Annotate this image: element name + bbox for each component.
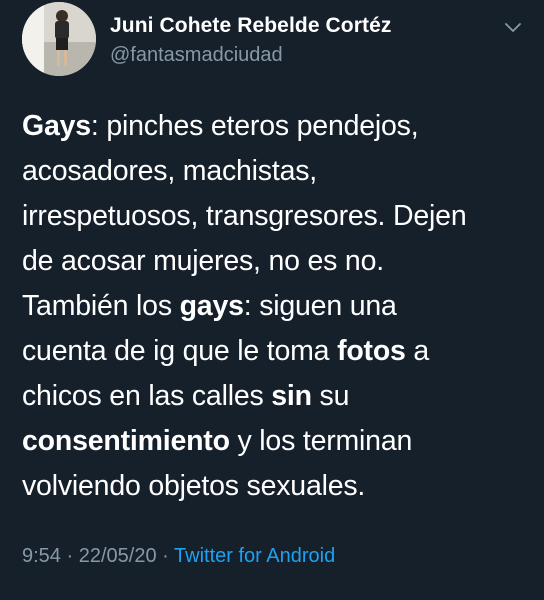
text-segment: : siguen una bbox=[243, 290, 397, 322]
author-names: Juni Cohete Rebelde Cortéz @fantasmadciu… bbox=[110, 14, 391, 67]
tweet-meta: 9:54 · 22/05/20 · Twitter for Android bbox=[22, 545, 335, 568]
bold-text-segment: consentimiento bbox=[22, 425, 230, 457]
tweet-text-line: Gays: pinches eteros pendejos, bbox=[22, 104, 527, 149]
text-segment: También los bbox=[22, 290, 180, 322]
tweet-source-link[interactable]: Twitter for Android bbox=[174, 545, 335, 567]
tweet-text: Gays: pinches eteros pendejos, acosadores… bbox=[22, 104, 527, 509]
text-segment: volviendo objetos sexuales. bbox=[22, 470, 366, 502]
text-segment: cuenta de ig que le toma bbox=[22, 335, 338, 367]
meta-separator: · bbox=[66, 545, 74, 567]
chevron-down-icon[interactable] bbox=[502, 16, 524, 38]
text-segment: de acosar mujeres, no es no. bbox=[22, 245, 384, 277]
bold-text-segment: gays bbox=[179, 290, 244, 322]
text-segment: acosadores, machistas, bbox=[22, 155, 317, 187]
user-handle[interactable]: @fantasmadciudad bbox=[110, 44, 391, 67]
bold-text-segment: sin bbox=[271, 380, 312, 412]
meta-separator: · bbox=[162, 545, 169, 567]
text-segment: chicos en las calles bbox=[22, 380, 272, 412]
text-segment: irrespetuosos, transgresores. Dejen bbox=[22, 200, 467, 232]
bold-text-segment: fotos bbox=[337, 335, 406, 367]
bold-text-segment: Gays bbox=[22, 110, 91, 142]
text-segment: a bbox=[405, 335, 430, 367]
tweet-text-line: También los gays: siguen una bbox=[22, 284, 527, 329]
text-segment: : pinches eteros pendejos, bbox=[90, 110, 419, 142]
tweet-text-line: chicos en las calles sin su bbox=[22, 374, 527, 419]
tweet-text-line: acosadores, machistas, bbox=[22, 149, 527, 194]
tweet-text-line: consentimiento y los terminan bbox=[22, 419, 527, 464]
tweet-text-line: volviendo objetos sexuales. bbox=[22, 464, 527, 509]
tweet-time[interactable]: 9:54 bbox=[22, 545, 61, 567]
tweet-date[interactable]: 22/05/20 bbox=[79, 545, 157, 567]
tweet-text-line: cuenta de ig que le toma fotos a bbox=[22, 329, 527, 374]
text-segment: y los terminan bbox=[229, 425, 413, 457]
display-name[interactable]: Juni Cohete Rebelde Cortéz bbox=[110, 14, 391, 38]
tweet-text-line: irrespetuosos, transgresores. Dejen bbox=[22, 194, 527, 239]
tweet-detail: Juni Cohete Rebelde Cortéz @fantasmadciu… bbox=[0, 0, 544, 600]
tweet-text-line: de acosar mujeres, no es no. bbox=[22, 239, 527, 284]
text-segment: su bbox=[311, 380, 350, 412]
avatar[interactable] bbox=[22, 2, 96, 76]
tweet-header: Juni Cohete Rebelde Cortéz @fantasmadciu… bbox=[22, 2, 391, 76]
avatar-photo bbox=[22, 2, 96, 76]
